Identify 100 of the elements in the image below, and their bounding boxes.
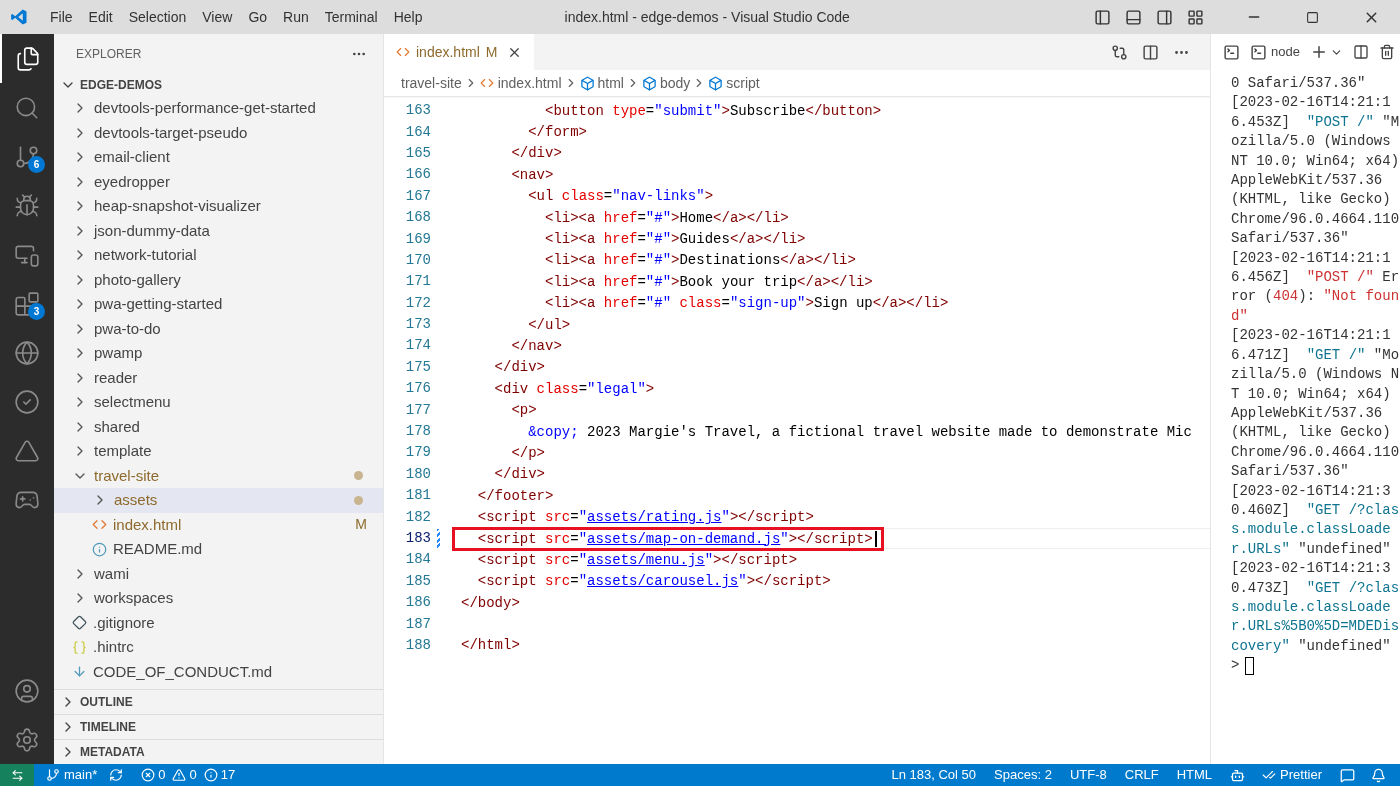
tree-item-label: network-tutorial — [94, 245, 197, 265]
panel-bottom-icon[interactable] — [1125, 8, 1142, 26]
line-number: 172 — [404, 293, 431, 313]
line-number: 182 — [404, 507, 431, 527]
feedback-icon[interactable] — [1340, 767, 1355, 783]
trash-icon[interactable] — [1378, 44, 1395, 60]
code-line: </ul> — [527, 316, 571, 333]
settings-icon[interactable] — [14, 726, 40, 753]
status-item[interactable]: HTML — [1167, 765, 1222, 785]
terminal-tab[interactable]: node — [1250, 42, 1300, 62]
remote-button[interactable] — [0, 764, 34, 786]
section-label: OUTLINE — [80, 694, 133, 711]
tree-item[interactable]: pwa-to-do — [54, 316, 383, 341]
tree-item[interactable]: travel-site — [54, 463, 383, 488]
warning-count: 0 — [189, 766, 197, 785]
error-icon — [141, 768, 156, 782]
code-line: </div> — [510, 145, 562, 162]
code-line: </nav> — [510, 338, 562, 354]
menu-item[interactable]: Go — [240, 6, 276, 28]
tree-item-label: pwa-to-do — [94, 318, 161, 339]
status-item[interactable]: Ln 183, Col 50 — [882, 765, 986, 785]
panel-left-icon[interactable] — [1094, 8, 1111, 26]
tree-item[interactable]: README.md — [54, 537, 383, 562]
tree-item[interactable]: reader — [54, 365, 383, 390]
menu-item[interactable]: Run — [275, 6, 317, 28]
tree-item[interactable]: workspaces — [54, 586, 383, 611]
panel-right-icon[interactable] — [1156, 8, 1173, 26]
bell-icon[interactable] — [1371, 767, 1386, 783]
tree-item[interactable]: .gitignore — [54, 610, 383, 635]
compare-icon[interactable] — [1111, 43, 1128, 61]
breadcrumb-item[interactable]: body — [659, 72, 691, 94]
tree-item[interactable]: index.html M — [54, 512, 383, 537]
tree-item[interactable]: wami — [54, 561, 383, 586]
formatter-button[interactable]: Prettier — [1254, 765, 1330, 785]
section-header[interactable]: TIMELINE — [54, 714, 383, 739]
tree-item[interactable]: .hintrc — [54, 635, 383, 660]
status-item[interactable]: UTF-8 — [1060, 765, 1116, 785]
terminal-output: 0 Safari/537.36" — [1231, 74, 1367, 93]
activity-item[interactable]: 6 — [0, 132, 54, 181]
tree-item[interactable]: email-client — [54, 145, 383, 170]
code-icon — [396, 45, 410, 59]
maximize-icon[interactable] — [1306, 10, 1319, 24]
count-badge: 6 — [28, 156, 45, 173]
terminal-output: [2023-02-16T14:21:30.473Z] "GET /?class.module.classLoader.URLs%5B0%5D=MDEDiscovery" "undefined" — [1231, 559, 1400, 656]
tree-item[interactable]: devtools-performance-get-started — [54, 96, 383, 121]
menu-item[interactable]: File — [42, 6, 81, 28]
breadcrumb-item[interactable]: travel-site — [401, 72, 462, 94]
menu-item[interactable]: Selection — [120, 6, 195, 28]
split-icon[interactable] — [1352, 44, 1369, 60]
modified-label: M — [355, 515, 367, 535]
tree-item[interactable]: template — [54, 439, 383, 464]
tree-item[interactable]: json-dummy-data — [54, 218, 383, 243]
tree-item[interactable]: photo-gallery — [54, 267, 383, 292]
section-header[interactable]: OUTLINE — [54, 689, 383, 714]
tree-item[interactable]: selectmenu — [54, 390, 383, 415]
branch-button[interactable]: main* — [46, 765, 98, 785]
breadcrumb-item[interactable]: script — [726, 72, 760, 94]
user-icon[interactable] — [14, 677, 40, 704]
split-editor-icon[interactable] — [1142, 43, 1159, 61]
tree-item-label: pwamp — [94, 343, 143, 363]
double-check-icon — [1262, 768, 1277, 782]
files-icon — [15, 45, 41, 72]
line-number: 179 — [404, 443, 431, 463]
tree-item[interactable]: pwamp — [54, 341, 383, 366]
cube-icon — [579, 75, 595, 91]
arrow-down-icon — [72, 664, 87, 680]
menu-item[interactable]: Terminal — [316, 6, 386, 28]
breadcrumb-item[interactable]: html — [597, 72, 624, 94]
tree-root[interactable]: EDGE-DEMOS — [54, 74, 383, 96]
status-item[interactable]: Spaces: 2 — [985, 765, 1061, 785]
tree-item[interactable]: assets — [54, 488, 383, 513]
line-number: 169 — [404, 229, 431, 249]
modified-label: M — [485, 42, 498, 62]
terminal-icon[interactable] — [1223, 43, 1240, 61]
code-line: <li><a href="#">Guides</a></li> — [544, 231, 806, 248]
tree-item[interactable]: pwa-getting-started — [54, 292, 383, 317]
status-item[interactable]: CRLF — [1115, 765, 1168, 785]
menu-item[interactable]: Help — [385, 6, 431, 28]
breadcrumb-item[interactable]: index.html — [497, 72, 562, 94]
tree-item[interactable]: heap-snapshot-visualizer — [54, 194, 383, 219]
tree-item-label: selectmenu — [94, 392, 171, 412]
line-number: 184 — [404, 550, 431, 570]
code-line: <li><a href="#">Book your trip</a></li> — [544, 273, 873, 290]
tree-item[interactable]: network-tutorial — [54, 243, 383, 268]
info-count: 17 — [220, 766, 236, 785]
problems-button[interactable]: 0 0 17 — [141, 765, 236, 785]
check-circle-icon — [14, 388, 40, 415]
editor-tab[interactable]: index.html M — [384, 34, 535, 70]
layout-icon[interactable] — [1187, 8, 1204, 26]
line-number: 164 — [404, 122, 431, 142]
tree-item-label: wami — [94, 563, 129, 584]
tree-item[interactable]: shared — [54, 414, 383, 439]
tree-item[interactable]: devtools-target-pseudo — [54, 120, 383, 145]
menu-item[interactable]: Edit — [80, 6, 121, 28]
tree-item[interactable]: CODE_OF_CONDUCT.md — [54, 659, 383, 684]
menu-item[interactable]: View — [194, 6, 241, 28]
tree-item[interactable]: eyedropper — [54, 169, 383, 194]
bot-icon[interactable] — [1230, 767, 1246, 783]
activity-item[interactable]: 3 — [0, 279, 54, 328]
sync-icon[interactable] — [109, 768, 124, 782]
